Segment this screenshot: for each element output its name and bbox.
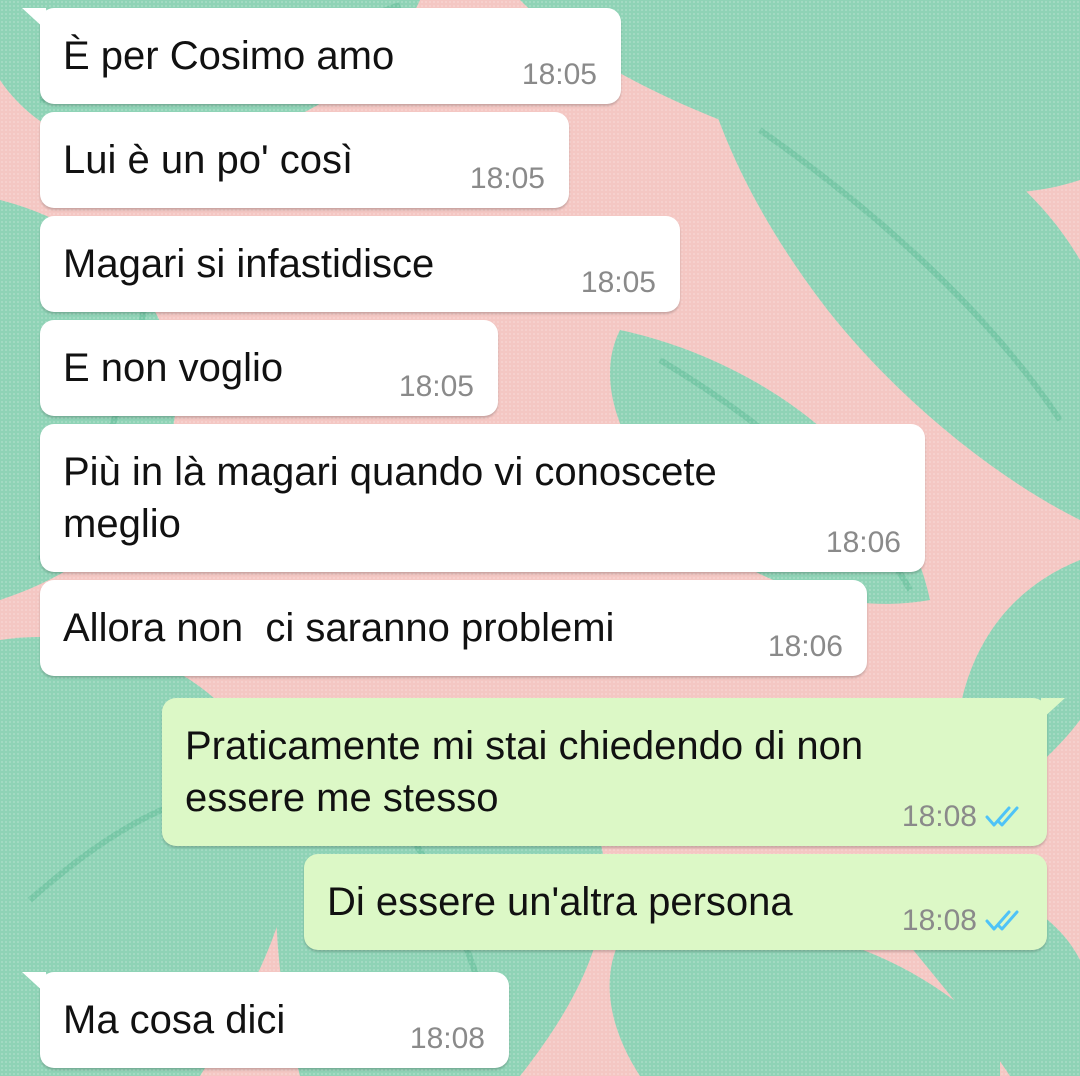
message-time: 18:06 [825,526,901,559]
message-time: 18:05 [469,162,545,195]
message-meta: 18:05 [470,162,545,196]
message-meta: 18:08 [902,800,1025,834]
message-bubble[interactable]: Più in là magari quando vi conoscete meg… [40,424,925,572]
message-text: Praticamente mi stai chiedendo di non es… [185,724,864,820]
message-bubble[interactable]: Ma cosa dici 18:08 [22,972,509,1068]
double-check-read-icon [985,806,1019,827]
message-time: 18:05 [521,58,597,91]
message-time: 18:08 [901,800,977,833]
message-time: 18:06 [767,630,843,663]
message-text: E non voglio [63,346,284,390]
message-bubble[interactable]: È per Cosimo amo 18:05 [22,8,621,104]
message-time: 18:05 [398,370,474,403]
message-text: Lui è un po' così [63,138,354,182]
message-meta: 18:06 [826,526,901,560]
bubble-tail [22,8,46,30]
message-time: 18:08 [409,1022,485,1055]
message-bubble[interactable]: E non voglio 18:05 [40,320,498,416]
double-check-read-icon [985,910,1019,931]
message-text: Ma cosa dici [63,998,286,1042]
message-meta: 18:06 [768,630,843,664]
message-text: È per Cosimo amo [63,34,395,78]
bubble-tail [22,972,46,994]
message-text: Più in là magari quando vi conoscete meg… [63,450,717,546]
message-time: 18:05 [580,266,656,299]
message-meta: 18:08 [902,904,1025,938]
message-meta: 18:08 [410,1022,485,1056]
bubble-tail [1041,698,1065,720]
message-text: Di essere un'altra persona [327,880,793,924]
message-meta: 18:05 [399,370,474,404]
message-bubble[interactable]: Magari si infastidisce 18:05 [40,216,680,312]
message-text: Magari si infastidisce [63,242,435,286]
message-time: 18:08 [901,904,977,937]
message-bubble[interactable]: Allora non ci saranno problemi 18:06 [40,580,867,676]
message-meta: 18:05 [581,266,656,300]
message-bubble[interactable]: Lui è un po' così 18:05 [40,112,569,208]
message-bubble-outgoing[interactable]: Praticamente mi stai chiedendo di non es… [162,698,1065,846]
message-text: Allora non ci saranno problemi [63,606,615,650]
message-meta: 18:05 [522,58,597,92]
message-bubble-outgoing[interactable]: Di essere un'altra persona 18:08 [304,854,1047,950]
